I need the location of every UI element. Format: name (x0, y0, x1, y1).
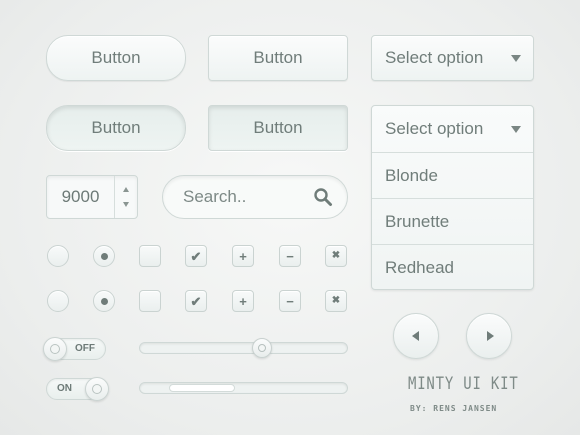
range-slider-track[interactable] (139, 382, 348, 394)
radio-unchecked[interactable] (47, 290, 69, 312)
minus-icon: − (286, 293, 294, 309)
pill-button-label: Button (91, 48, 141, 67)
option-redhead[interactable]: Redhead (372, 244, 533, 290)
close-button[interactable]: ✖ (325, 245, 347, 267)
search-input[interactable]: Search.. (162, 175, 348, 219)
toggle-knob (43, 337, 67, 361)
slider-handle[interactable] (252, 338, 273, 358)
radio-dot (100, 252, 108, 260)
minus-button[interactable]: − (279, 245, 301, 267)
arrow-right-icon (487, 331, 494, 341)
plus-icon: + (239, 293, 247, 309)
radio-checked[interactable] (93, 290, 115, 312)
radio-unchecked[interactable] (47, 245, 69, 267)
option-label: Brunette (385, 211, 450, 231)
next-button[interactable] (466, 313, 512, 359)
brand-byline: BY: RENS JANSEN (410, 404, 498, 413)
toggle-off[interactable]: OFF (43, 337, 106, 361)
option-blonde[interactable]: Blonde (372, 152, 533, 198)
search-icon[interactable] (313, 187, 333, 207)
minus-icon: − (286, 248, 294, 264)
toggle-off-label: OFF (75, 343, 95, 354)
slider-track[interactable] (139, 338, 348, 358)
radio-checked[interactable] (93, 245, 115, 267)
rect-button-pressed[interactable]: Button (208, 105, 348, 151)
select-open-header[interactable]: Select option (372, 106, 533, 152)
close-icon: ✖ (331, 250, 341, 261)
toggle-on-label: ON (57, 383, 72, 394)
select-dropdown-open[interactable]: Select option Blonde Brunette Redhead (371, 105, 534, 290)
previous-button[interactable] (393, 313, 439, 359)
select-dropdown[interactable]: Select option (371, 35, 534, 81)
pill-button-pressed-label: Button (91, 118, 141, 137)
option-label: Redhead (385, 257, 455, 277)
plus-button[interactable]: + (232, 290, 254, 312)
option-brunette[interactable]: Brunette (372, 198, 533, 244)
minus-button[interactable]: − (279, 290, 301, 312)
radio-dot (100, 297, 108, 305)
checkbox-unchecked[interactable] (139, 290, 161, 312)
stepper-value: 9000 (61, 187, 100, 206)
plus-icon: + (239, 248, 247, 264)
select-open-value: Select option (385, 119, 484, 138)
caret-down-icon (511, 54, 521, 62)
select-value: Select option (385, 48, 484, 67)
checkbox-unchecked[interactable] (139, 245, 161, 267)
stepper-arrows (114, 176, 137, 218)
close-button[interactable]: ✖ (325, 290, 347, 312)
close-icon: ✖ (331, 295, 341, 306)
rect-button-label: Button (253, 48, 303, 67)
plus-button[interactable]: + (232, 245, 254, 267)
pill-button-pressed[interactable]: Button (46, 105, 186, 151)
number-stepper[interactable]: 9000 (46, 175, 138, 219)
pill-button[interactable]: Button (46, 35, 186, 81)
brand-title: MINTY UI KIT (408, 374, 519, 394)
checkbox-checked[interactable]: ✔ (185, 245, 207, 267)
toggle-on[interactable]: ON (46, 377, 109, 401)
option-label: Blonde (385, 165, 438, 185)
rect-button-pressed-label: Button (253, 118, 303, 137)
rect-button[interactable]: Button (208, 35, 348, 81)
increment-icon[interactable] (123, 186, 129, 192)
caret-down-icon (511, 125, 521, 133)
decrement-icon[interactable] (123, 202, 129, 208)
range-slider-selection[interactable] (168, 384, 236, 392)
checkbox-checked[interactable]: ✔ (185, 290, 207, 312)
checkmark-icon: ✔ (190, 248, 202, 264)
checkmark-icon: ✔ (190, 293, 202, 309)
search-placeholder: Search.. (183, 187, 247, 206)
arrow-left-icon (411, 331, 419, 341)
toggle-knob (85, 377, 109, 401)
